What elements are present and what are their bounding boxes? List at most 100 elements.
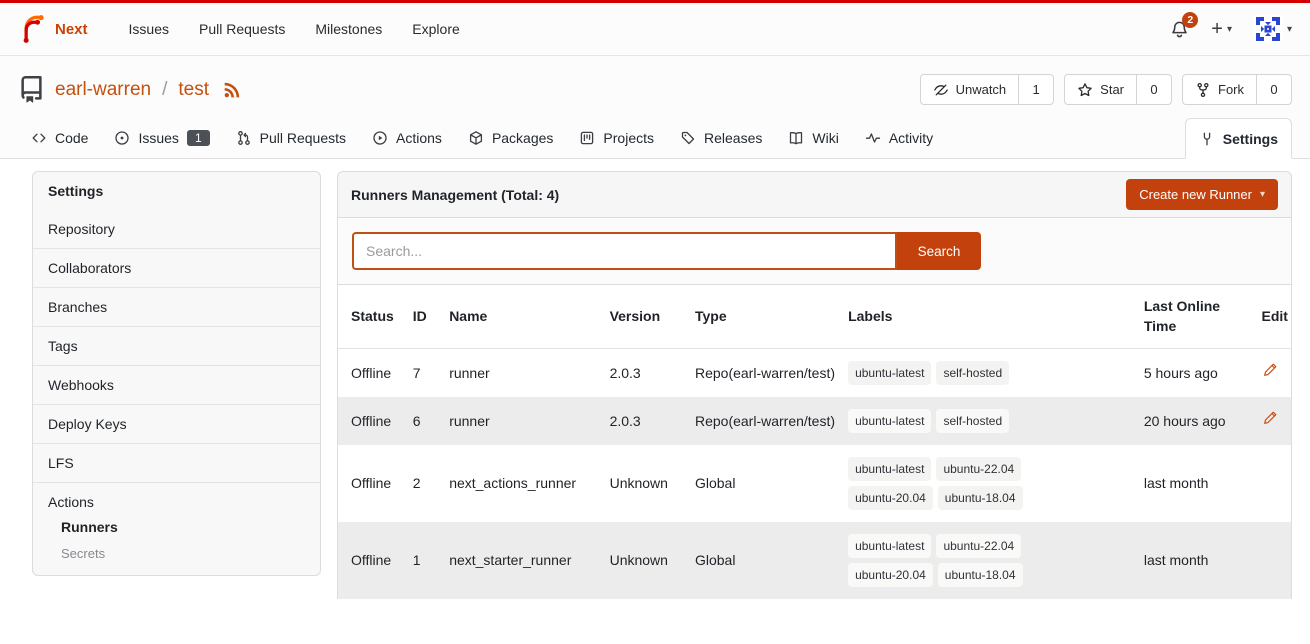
play-circle-icon — [372, 130, 388, 146]
runner-labels: ubuntu-latestubuntu-22.04ubuntu-20.04ubu… — [842, 445, 1138, 522]
create-menu-button[interactable]: + ▾ — [1211, 19, 1232, 39]
sidebar-item-deploy-keys[interactable]: Deploy Keys — [33, 404, 320, 443]
tab-label: Code — [55, 130, 88, 146]
runner-label-chip: ubuntu-latest — [848, 457, 931, 481]
unwatch-label: Unwatch — [956, 82, 1007, 97]
search-button[interactable]: Search — [897, 232, 981, 270]
column-header-last-online-time: Last Online Time — [1138, 285, 1256, 349]
tab-releases[interactable]: Releases — [667, 117, 775, 158]
sidebar-item-branches[interactable]: Branches — [33, 287, 320, 326]
avatar — [1254, 15, 1282, 43]
runner-labels: ubuntu-latestself-hosted — [842, 397, 1138, 445]
column-header-id: ID — [407, 285, 443, 349]
fork-button[interactable]: Fork — [1183, 75, 1256, 104]
nav-link-explore[interactable]: Explore — [397, 21, 474, 37]
fork-icon — [1195, 82, 1211, 98]
star-count[interactable]: 0 — [1136, 75, 1171, 104]
column-header-edit: Edit — [1256, 285, 1291, 349]
tab-label: Actions — [396, 130, 442, 146]
settings-sidebar: Settings RepositoryCollaboratorsBranches… — [32, 171, 321, 576]
repo-action-buttons: Unwatch1Star0Fork0 — [920, 74, 1292, 105]
tab-actions[interactable]: Actions — [359, 117, 455, 158]
caret-down-icon: ▾ — [1287, 24, 1292, 35]
runner-labels: ubuntu-latestself-hosted — [842, 349, 1138, 398]
runner-name: next_starter_runner — [443, 522, 603, 599]
eye-slash-icon — [933, 82, 949, 98]
tools-icon — [1199, 131, 1215, 147]
create-new-runner-button[interactable]: Create new Runner ▾ — [1126, 179, 1278, 210]
tab-projects[interactable]: Projects — [566, 117, 667, 158]
notifications-button[interactable]: 2 — [1170, 20, 1189, 39]
runner-label-chip: self-hosted — [936, 361, 1009, 385]
star-button[interactable]: Star — [1065, 75, 1136, 104]
edit-runner-button[interactable] — [1262, 410, 1278, 426]
runner-edit-cell — [1256, 397, 1291, 445]
sidebar-item-repository[interactable]: Repository — [33, 210, 320, 248]
nav-links: IssuesPull RequestsMilestonesExplore — [114, 21, 475, 37]
runner-id: 6 — [407, 397, 443, 445]
tab-pull-requests[interactable]: Pull Requests — [223, 117, 359, 158]
runner-status: Offline — [338, 397, 407, 445]
brand-home-link[interactable]: Next — [18, 15, 88, 44]
sidebar-item-webhooks[interactable]: Webhooks — [33, 365, 320, 404]
tab-activity[interactable]: Activity — [852, 117, 946, 158]
sidebar-item-lfs[interactable]: LFS — [33, 443, 320, 482]
nav-link-issues[interactable]: Issues — [114, 21, 184, 37]
sidebar-item-collaborators[interactable]: Collaborators — [33, 248, 320, 287]
sidebar-item-tags[interactable]: Tags — [33, 326, 320, 365]
sidebar-header: Settings — [33, 172, 320, 210]
pencil-icon — [1262, 410, 1278, 426]
package-icon — [468, 130, 484, 146]
rss-icon[interactable] — [223, 81, 241, 99]
tab-issues[interactable]: Issues1 — [101, 117, 222, 158]
tab-settings[interactable]: Settings — [1185, 118, 1292, 159]
user-menu-button[interactable]: ▾ — [1254, 15, 1292, 43]
nav-link-milestones[interactable]: Milestones — [300, 21, 397, 37]
runner-type: Repo(earl-warren/test) — [689, 349, 842, 398]
runner-name: runner — [443, 349, 603, 398]
runner-label-chip: ubuntu-20.04 — [848, 563, 933, 587]
caret-down-icon: ▾ — [1227, 24, 1232, 35]
tag-icon — [680, 130, 696, 146]
sidebar-item-runners[interactable]: Runners — [33, 514, 320, 541]
fork-count[interactable]: 0 — [1256, 75, 1291, 104]
runner-labels: ubuntu-latestubuntu-22.04ubuntu-20.04ubu… — [842, 522, 1138, 599]
notification-count-badge: 2 — [1182, 12, 1198, 28]
star-button-group: Star 0 — [1064, 74, 1172, 105]
runner-row: Offline2next_actions_runnerUnknownGlobal… — [338, 445, 1291, 522]
runner-version: 2.0.3 — [604, 349, 689, 398]
unwatch-count[interactable]: 1 — [1018, 75, 1053, 104]
tab-code[interactable]: Code — [18, 117, 101, 158]
caret-down-icon: ▾ — [1260, 189, 1265, 200]
repo-book-icon — [18, 76, 45, 103]
top-navbar: Next IssuesPull RequestsMilestonesExplor… — [0, 3, 1310, 56]
repo-name-link[interactable]: test — [178, 79, 209, 101]
runners-table-wrap: StatusIDNameVersionTypeLabelsLast Online… — [337, 285, 1292, 599]
search-input[interactable] — [352, 232, 897, 270]
runner-label-chip: ubuntu-20.04 — [848, 486, 933, 510]
runner-version: Unknown — [604, 522, 689, 599]
pencil-icon — [1262, 362, 1278, 378]
runner-edit-cell — [1256, 445, 1291, 522]
runner-row: Offline1next_starter_runnerUnknownGlobal… — [338, 522, 1291, 599]
star-label: Star — [1100, 82, 1124, 97]
plus-icon: + — [1211, 19, 1223, 39]
nav-link-pull-requests[interactable]: Pull Requests — [184, 21, 300, 37]
unwatch-button[interactable]: Unwatch — [921, 75, 1019, 104]
column-header-name: Name — [443, 285, 603, 349]
sidebar-item-actions[interactable]: Actions — [33, 483, 320, 514]
fork-button-group: Fork0 — [1182, 74, 1292, 105]
runner-id: 2 — [407, 445, 443, 522]
tab-wiki[interactable]: Wiki — [775, 117, 851, 158]
project-icon — [579, 130, 595, 146]
unwatch-button-group: Unwatch 1 — [920, 74, 1055, 105]
repo-owner-link[interactable]: earl-warren — [55, 79, 151, 101]
sidebar-item-secrets[interactable]: Secrets — [33, 541, 320, 567]
panel-title: Runners Management (Total: 4) — [351, 187, 559, 203]
runner-label-chip: ubuntu-latest — [848, 409, 931, 433]
issue-icon — [114, 130, 130, 146]
edit-runner-button[interactable] — [1262, 362, 1278, 378]
tab-label: Activity — [889, 130, 933, 146]
runner-name: next_actions_runner — [443, 445, 603, 522]
tab-packages[interactable]: Packages — [455, 117, 566, 158]
